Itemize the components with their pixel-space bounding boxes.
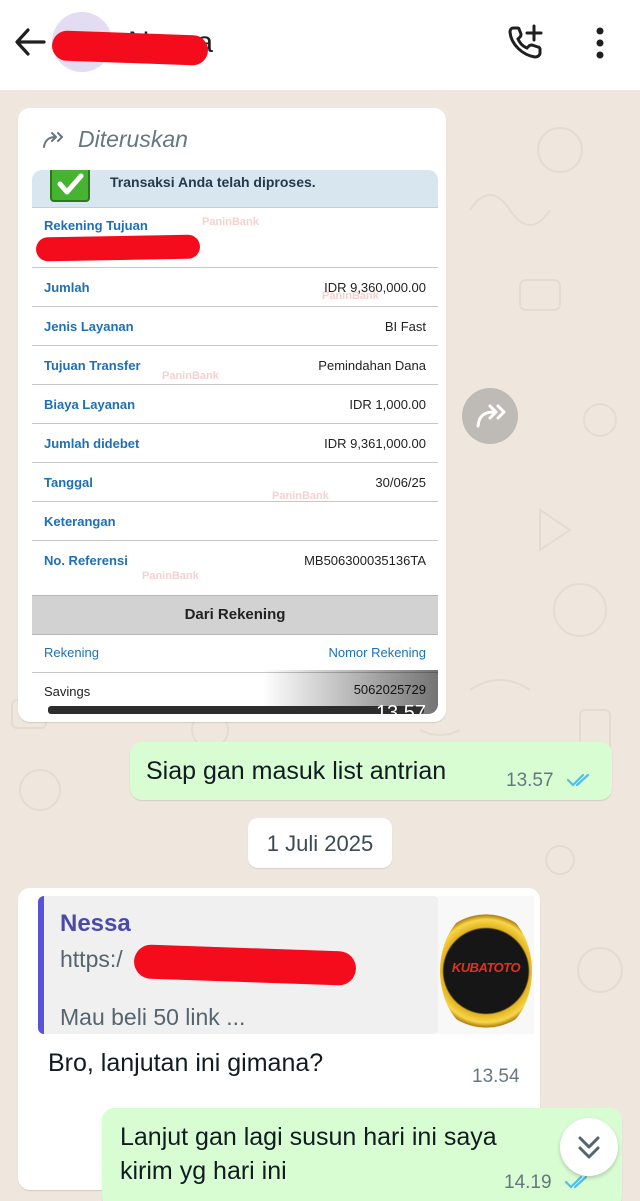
section-title: Dari Rekening (184, 606, 286, 623)
message-time: 14.19 (504, 1172, 552, 1193)
thumbnail-logo-text: KUBATOTO (451, 960, 521, 975)
checkmark-icon (50, 170, 90, 202)
outgoing-message[interactable]: Lanjut gan lagi susun hari ini saya kiri… (102, 1108, 622, 1201)
receipt-row: Jumlah didebet IDR 9,361,000.00 (32, 424, 438, 463)
date-text: 1 Juli 2025 (266, 831, 374, 856)
forwarded-icon (43, 131, 63, 148)
account-type: Savings (44, 684, 91, 699)
image-bottom-bar (48, 706, 424, 714)
transfer-receipt-image[interactable]: Transaksi Anda telah diproses. PaninBank… (32, 170, 438, 714)
forwarded-image-message[interactable]: Diteruskan Transaksi Anda telah diproses… (18, 108, 446, 722)
row-value: 30/06/25 (375, 475, 426, 490)
quote-thumbnail[interactable]: KUBATOTO (438, 896, 534, 1034)
row-value: BI Fast (384, 319, 426, 334)
read-ticks-icon (564, 1175, 588, 1189)
message-text-line-1: Lanjut gan lagi susun hari ini saya (120, 1123, 497, 1151)
quote-accent-bar (38, 896, 44, 1034)
scroll-to-bottom-button[interactable] (560, 1118, 618, 1176)
receipt-row: Tujuan Transfer Pemindahan Dana (32, 346, 438, 385)
redaction-mark (51, 30, 209, 66)
add-call-icon[interactable] (504, 20, 548, 64)
row-label: Rekening Tujuan (44, 218, 148, 233)
receipt-row: Jumlah IDR 9,360,000.00 (32, 268, 438, 307)
arrow-left-icon[interactable] (12, 24, 48, 60)
quote-sender: Nessa (60, 910, 131, 937)
message-time: 13.54 (472, 1066, 520, 1087)
row-label: Biaya Layanan (44, 397, 136, 412)
redaction-mark (35, 234, 201, 262)
receipt-row: No. Referensi MB506300035136TA (32, 541, 438, 580)
message-text: Siap gan masuk list antrian (146, 757, 447, 785)
message-time: 13.57 (506, 770, 554, 791)
row-value: IDR 9,361,000.00 (324, 436, 426, 451)
receipt-row: Keterangan (32, 502, 438, 541)
forward-button[interactable] (462, 388, 518, 444)
row-value: MB506300035136TA (304, 553, 426, 568)
row-value: Pemindahan Dana (318, 358, 426, 373)
forward-icon (476, 404, 506, 428)
row-label: Jumlah didebet (44, 436, 140, 451)
row-value: IDR 9,360,000.00 (324, 280, 426, 295)
receipt-banner: Transaksi Anda telah diproses. (32, 170, 438, 208)
date-separator: 1 Juli 2025 (248, 818, 392, 868)
message-text: Bro, lanjutan ini gimana? (48, 1049, 324, 1077)
row-label: Keterangan (44, 514, 116, 529)
row-label: No. Referensi (44, 553, 128, 568)
message-time: 13.57 (375, 702, 426, 714)
message-text-line-2: kirim yg hari ini (120, 1157, 287, 1185)
read-ticks-icon (566, 773, 590, 787)
row-label: Jenis Layanan (44, 319, 134, 334)
quoted-message[interactable]: Nessa https:/ Mau beli 50 link ... (38, 896, 440, 1034)
row-label: Jumlah (44, 280, 90, 295)
quote-text: Mau beli 50 link ... (60, 1004, 246, 1030)
receipt-row: Jenis Layanan BI Fast (32, 307, 438, 346)
receipt-row: Biaya Layanan IDR 1,000.00 (32, 385, 438, 424)
chat-area[interactable]: Diteruskan Transaksi Anda telah diproses… (0, 90, 640, 1201)
column-label: Rekening (44, 645, 99, 660)
receipt-status: Transaksi Anda telah diproses. (110, 174, 316, 190)
redaction-mark (133, 944, 357, 986)
receipt-section-header: Dari Rekening (32, 595, 438, 635)
forwarded-label: Diteruskan (42, 126, 188, 153)
forwarded-text: Diteruskan (78, 126, 188, 152)
double-chevron-down-icon (578, 1136, 600, 1159)
quote-link: https:/ (60, 946, 123, 972)
column-label: Nomor Rekening (328, 645, 426, 660)
row-label: Tanggal (44, 475, 93, 490)
more-vert-icon[interactable] (586, 22, 614, 66)
row-label: Tujuan Transfer (44, 358, 141, 373)
outgoing-message[interactable]: Siap gan masuk list antrian 13.57 (130, 742, 612, 800)
receipt-row: Tanggal 30/06/25 (32, 463, 438, 502)
row-value: IDR 1,000.00 (349, 397, 426, 412)
chat-header: Nessa (0, 0, 640, 90)
